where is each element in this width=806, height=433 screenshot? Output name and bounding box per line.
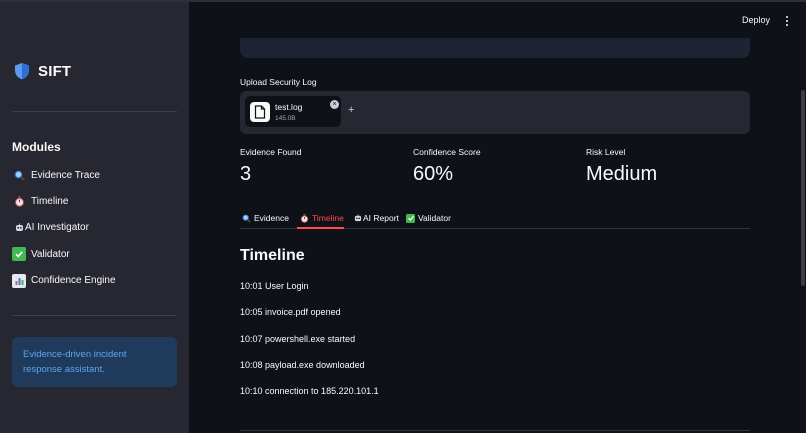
timeline-event: 10:05 invoice.pdf opened (240, 307, 341, 318)
metric-label: Risk Level (586, 147, 626, 157)
app-title: SIFT (38, 62, 72, 80)
metric-label: Confidence Score (413, 147, 481, 157)
timeline-event: 10:01 User Login (240, 281, 309, 291)
metric-value: Medium (586, 163, 658, 185)
brand: SIFT (14, 62, 71, 80)
check-icon (406, 213, 415, 223)
modules-heading: Modules (12, 140, 61, 154)
active-tab-indicator (297, 227, 344, 229)
sidebar-item-validator[interactable]: Validator (12, 241, 182, 267)
magnifier-icon (242, 214, 251, 223)
sidebar-item-confidence-engine[interactable]: Confidence Engine (12, 268, 182, 294)
timeline-event: 10:07 powershell.exe started (240, 333, 356, 344)
bar-chart-icon (12, 273, 26, 288)
metric-risk-level: Risk Level Medium (586, 147, 657, 186)
metric-value: 60% (413, 163, 454, 185)
more-options-icon[interactable] (782, 14, 792, 28)
sidebar-divider (12, 111, 177, 112)
timeline-event: 10:10 connection to 185.220.101.1 (240, 386, 379, 397)
sidebar-item-label: Timeline (31, 196, 69, 208)
bot-icon (353, 214, 362, 223)
metric-evidence-found: Evidence Found 3 (240, 147, 301, 186)
tab-label: Validator (418, 213, 451, 223)
remove-file-icon[interactable]: × (330, 100, 339, 109)
tab-label: AI Report (363, 213, 399, 223)
tab-label: Timeline (312, 213, 344, 223)
tab-timeline[interactable]: Timeline (300, 209, 344, 227)
tab-ai-report[interactable]: AI Report (353, 209, 399, 227)
file-uploader[interactable]: test.log 145.0B × + (240, 91, 750, 134)
uploaded-file-chip: test.log 145.0B × (245, 96, 341, 127)
metric-value: 3 (240, 163, 252, 185)
sidebar-item-label: Confidence Engine (31, 275, 116, 287)
tab-label: Evidence (254, 213, 289, 223)
main-content: Deploy Upload Security Log test.log 145.… (189, 2, 806, 433)
metric-label: Evidence Found (240, 147, 302, 157)
collapsed-card (240, 38, 750, 58)
sidebar: SIFT Modules Evidence Trace Timeline AI … (0, 2, 189, 433)
check-icon (12, 247, 26, 262)
metric-confidence-score: Confidence Score 60% (413, 147, 481, 186)
section-divider (240, 430, 750, 431)
file-icon (250, 102, 270, 122)
shield-icon (15, 63, 29, 80)
magnifier-icon (12, 168, 26, 182)
file-size: 145.0B (275, 115, 296, 122)
add-file-button[interactable]: + (348, 104, 354, 116)
info-callout: Evidence-driven incident response assist… (12, 337, 177, 387)
scrollbar[interactable] (801, 90, 805, 286)
sidebar-item-timeline[interactable]: Timeline (12, 188, 182, 214)
tab-validator[interactable]: Validator (406, 209, 451, 227)
file-name: test.log (275, 102, 303, 112)
timeline-list: 10:01 User Login 10:05 invoice.pdf opene… (240, 280, 379, 411)
stopwatch-icon (300, 213, 309, 223)
tab-bar: Evidence Timeline AI Report Validator (240, 207, 750, 229)
timeline-event: 10:08 payload.exe downloaded (240, 359, 365, 370)
bot-icon (14, 221, 24, 235)
sidebar-item-label: Validator (31, 248, 70, 260)
sidebar-item-label: AI Investigator (25, 222, 89, 234)
sidebar-divider (12, 315, 177, 316)
tab-evidence[interactable]: Evidence (242, 209, 289, 227)
stopwatch-icon (12, 195, 26, 209)
sidebar-item-label: Evidence Trace (31, 169, 100, 181)
sidebar-nav: Evidence Trace Timeline AI Investigator … (12, 162, 182, 294)
upload-label: Upload Security Log (240, 77, 317, 87)
sidebar-item-evidence-trace[interactable]: Evidence Trace (12, 162, 182, 188)
deploy-button[interactable]: Deploy (742, 15, 770, 25)
sidebar-item-ai-investigator[interactable]: AI Investigator (12, 215, 182, 241)
section-title: Timeline (240, 247, 305, 264)
